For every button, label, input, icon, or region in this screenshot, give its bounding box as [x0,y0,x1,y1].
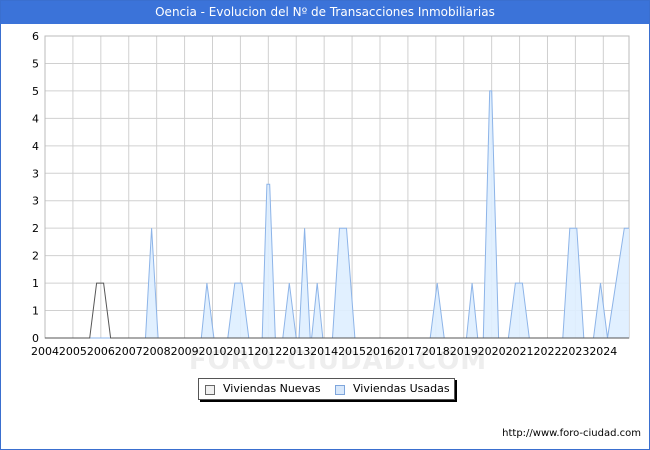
x-tick-label: 2015 [338,345,366,358]
x-tick-label: 2008 [143,345,171,358]
x-tick-label: 2018 [422,345,450,358]
legend-label-usadas: Viviendas Usadas [353,382,450,395]
footer-url: http://www.foro-ciudad.com [502,428,641,439]
y-tick-label: 5 [32,57,39,70]
x-tick-label: 2010 [198,345,226,358]
x-tick-label: 2005 [59,345,87,358]
x-tick-label: 2007 [115,345,143,358]
x-tick-label: 2016 [366,345,394,358]
chart-frame: Oencia - Evolucion del Nº de Transaccion… [0,0,650,450]
x-tick-label: 2023 [561,345,589,358]
y-tick-label: 1 [32,305,39,318]
x-tick-label: 2011 [226,345,254,358]
y-tick-label: 6 [32,30,39,43]
x-tick-label: 2006 [87,345,115,358]
series-viviendas-usadas-area [45,90,629,339]
x-tick-label: 2017 [394,345,422,358]
legend-label-nuevas: Viviendas Nuevas [223,382,321,395]
x-tick-label: 2024 [589,345,617,358]
series-layer [45,90,629,339]
y-tick-label: 2 [32,222,39,235]
legend-swatch-nuevas [205,385,215,395]
legend-swatch-usadas [335,385,345,395]
y-tick-label: 4 [32,140,39,153]
x-tick-label: 2014 [310,345,338,358]
y-tick-label: 4 [32,112,39,125]
legend: Viviendas Nuevas Viviendas Usadas [198,378,455,400]
x-tick-label: 2022 [533,345,561,358]
x-tick-label: 2021 [506,345,534,358]
y-tick-label: 3 [32,167,39,180]
y-tick-label: 5 [32,85,39,98]
y-tick-label: 2 [32,250,39,263]
y-tick-label: 0 [32,332,39,345]
y-tick-label: 1 [32,277,39,290]
x-tick-label: 2012 [254,345,282,358]
x-tick-label: 2013 [282,345,310,358]
y-tick-label: 3 [32,195,39,208]
x-tick-label: 2004 [31,345,59,358]
x-tick-label: 2020 [478,345,506,358]
x-tick-label: 2019 [450,345,478,358]
x-tick-label: 2009 [171,345,199,358]
